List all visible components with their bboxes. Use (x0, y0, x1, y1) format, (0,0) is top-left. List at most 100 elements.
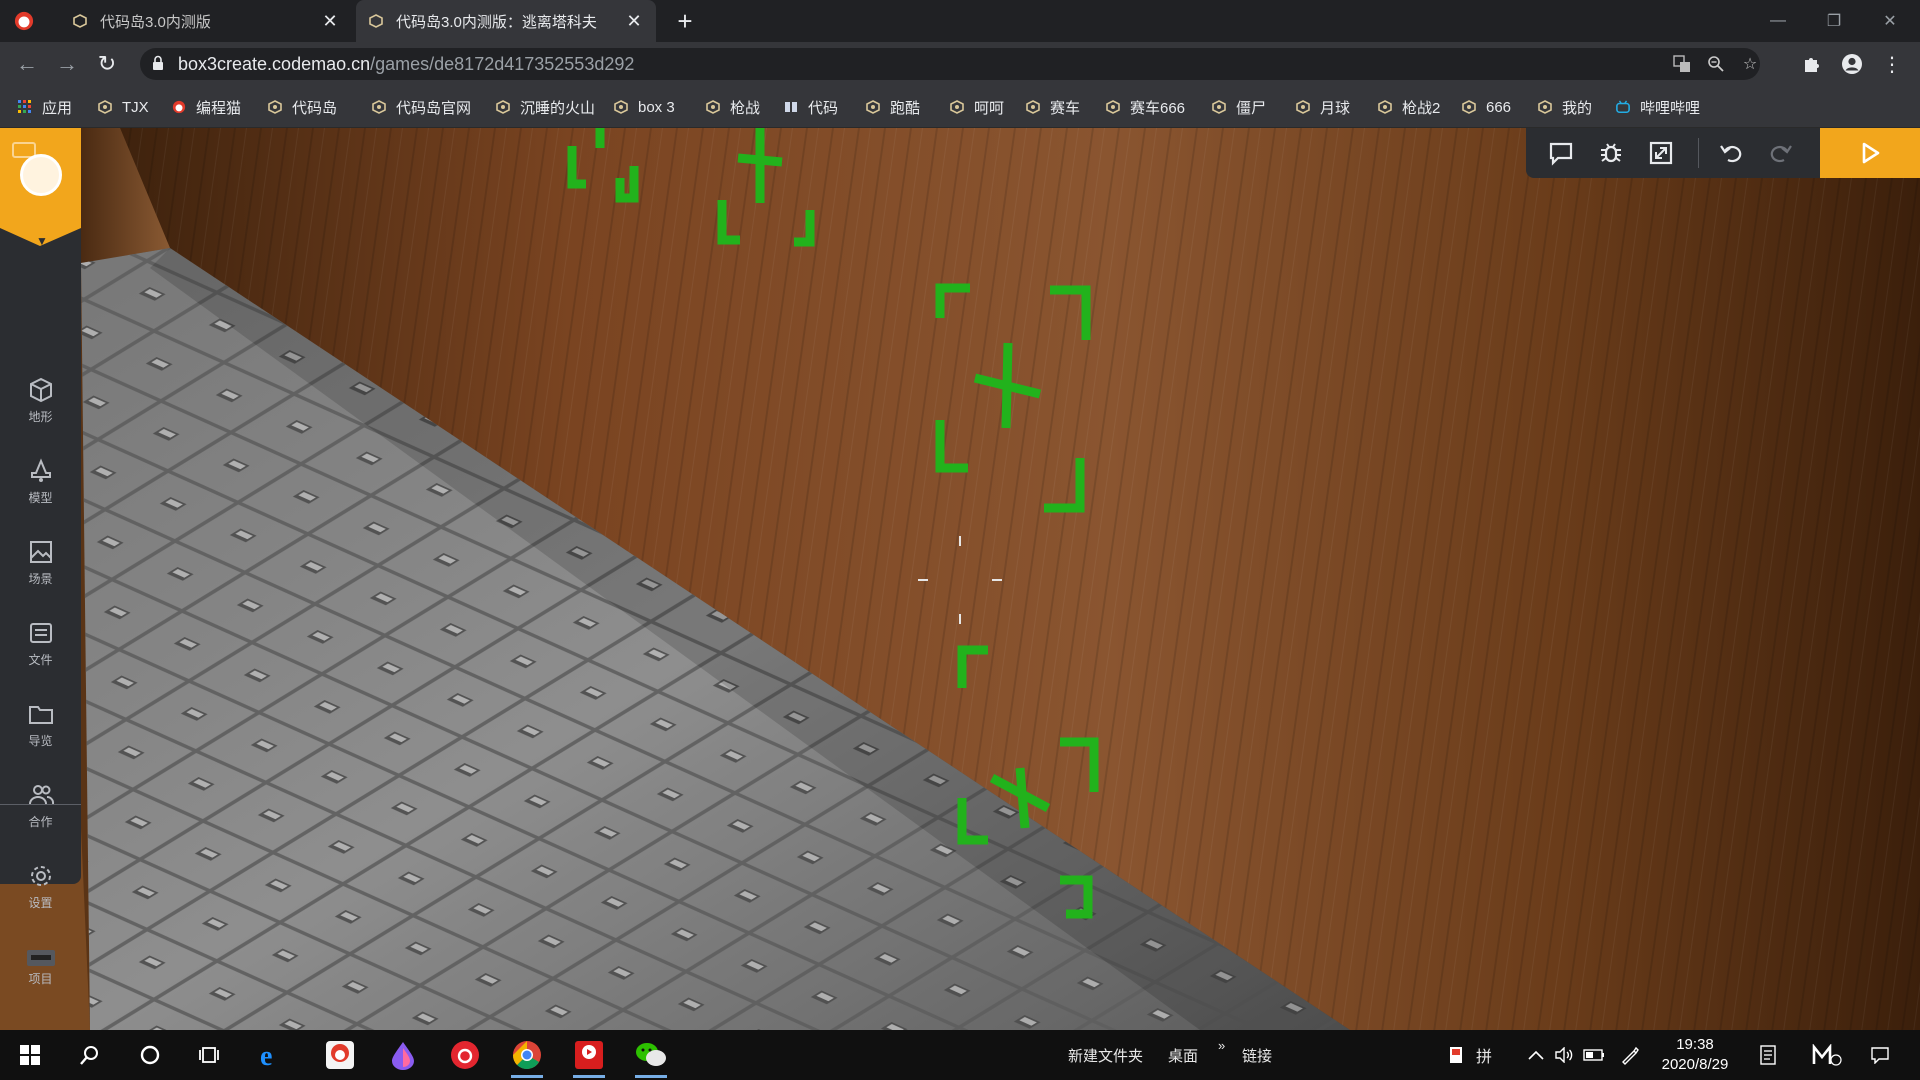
box3-icon (1212, 100, 1226, 114)
tab-2-active[interactable]: 代码岛3.0内测版：逃离塔科夫 ✕ (356, 0, 656, 42)
toolbar-chevron-icon[interactable]: » (1218, 1038, 1225, 1053)
bookmark-item[interactable]: 哔哩哔哩 (1616, 96, 1700, 118)
box3-logo[interactable] (0, 128, 81, 228)
bookmark-star-icon[interactable]: ☆ (1738, 52, 1762, 76)
address-bar[interactable]: box3create.codemao.cn/games/de8172d41735… (140, 48, 1760, 80)
bookmark-label: 赛车 (1050, 99, 1081, 117)
bilibili-icon (1616, 100, 1630, 114)
bookmark-label: TJX (122, 98, 149, 116)
bookmark-item[interactable]: 赛车 (1026, 96, 1080, 118)
menu-dots-icon[interactable]: ⋮ (1878, 50, 1906, 78)
bell-icon (30, 457, 51, 482)
url-text: box3create.codemao.cn/games/de8172d41735… (178, 54, 634, 75)
close-window-icon[interactable]: ✕ (1862, 0, 1918, 42)
pen-icon[interactable] (1618, 1043, 1642, 1067)
minimize-icon[interactable]: — (1750, 0, 1806, 42)
bookmark-item[interactable]: TJX (98, 96, 149, 118)
translate-icon[interactable] (1670, 52, 1694, 76)
play-button[interactable] (1820, 128, 1920, 178)
chrome-icon[interactable] (507, 1038, 547, 1078)
new-tab-plus-icon[interactable]: + (670, 6, 700, 36)
forward-arrow-icon[interactable]: → (52, 49, 82, 79)
bookmark-item[interactable]: 代码岛 (268, 96, 337, 118)
bookmark-item[interactable]: box 3 (614, 96, 675, 118)
battery-icon[interactable] (1582, 1043, 1606, 1067)
chevron-down-icon[interactable]: ▼ (36, 234, 48, 248)
bookmark-item[interactable]: 赛车666 (1106, 96, 1185, 118)
game-viewport[interactable] (0, 128, 1920, 1030)
profile-avatar-icon[interactable] (1838, 50, 1866, 78)
sidebar-item-model[interactable]: 模型 (0, 445, 81, 517)
sidebar-item-collab[interactable]: 合作 (0, 769, 81, 841)
bookmark-item[interactable]: 枪战2 (1378, 96, 1440, 118)
netease-music-icon[interactable] (445, 1038, 485, 1072)
box3-icon (1106, 100, 1120, 114)
sidebar-item-project[interactable]: 项目 (0, 933, 81, 1003)
task-view-icon[interactable] (190, 1038, 230, 1072)
fullscreen-icon[interactable] (1646, 138, 1676, 168)
bookmarks-bar: 应用 TJX 编程猫 代码岛 代码岛官网 沉睡的火山 box 3 枪战 代码 跑酷 呵呵 赛车 赛车66… (0, 86, 1920, 128)
reload-icon[interactable]: ↻ (92, 49, 122, 79)
bookmark-item[interactable]: 呵呵 (950, 96, 1004, 118)
chat-icon[interactable] (1546, 138, 1576, 168)
toolbar-separator (1698, 138, 1699, 168)
system-clock[interactable]: 19:38 2020/8/29 (1650, 1035, 1740, 1075)
project-thumbnail-icon (26, 949, 55, 966)
sidebar-divider (0, 804, 81, 805)
sidebar-item-label: 场景 (28, 571, 53, 586)
bookmark-item[interactable]: 跑酷 (866, 96, 920, 118)
url-path: /games/de8172d417352553d292 (370, 54, 635, 74)
codemao-icon[interactable] (320, 1038, 360, 1072)
bookmark-item[interactable]: 代码 (784, 96, 838, 118)
redo-icon[interactable] (1766, 138, 1796, 168)
tab-1[interactable]: 代码岛3.0内测版 ✕ (60, 0, 352, 42)
windows-taskbar: e 新建文件夹 桌面 » 链接 拼 19:38 2020/8/29 (0, 1030, 1920, 1080)
close-icon[interactable]: ✕ (320, 11, 340, 31)
bookmark-label: 跑酷 (890, 99, 921, 117)
sidebar-item-scene[interactable]: 场景 (0, 526, 81, 598)
bookmark-item[interactable]: 666 (1462, 96, 1511, 118)
video-app-icon[interactable] (569, 1038, 609, 1078)
sidebar-item-settings[interactable]: 设置 (0, 850, 81, 922)
bookmark-item[interactable]: 我的 (1538, 96, 1592, 118)
toolbar-links[interactable]: 链接 (1242, 1045, 1272, 1066)
bug-icon[interactable] (1596, 138, 1626, 168)
bookmark-label: box 3 (638, 98, 675, 116)
bookmark-item[interactable]: 代码岛官网 (372, 96, 471, 118)
bookmark-label: 666 (1486, 98, 1512, 116)
wechat-icon[interactable] (631, 1038, 671, 1078)
bookmark-item[interactable]: 编程猫 (172, 96, 241, 118)
ie-icon[interactable]: e (252, 1038, 292, 1072)
toolbar-desktop[interactable]: 桌面 (1168, 1045, 1198, 1066)
bookmark-label: 应用 (42, 99, 73, 117)
sidebar-item-guide[interactable]: 导览 (0, 688, 81, 760)
notes-icon[interactable] (1756, 1043, 1780, 1067)
sidebar-item-label: 导览 (28, 733, 53, 748)
search-icon[interactable] (70, 1038, 110, 1072)
app-m-icon[interactable] (1812, 1043, 1842, 1067)
zoom-icon[interactable] (1704, 52, 1728, 76)
drop-icon[interactable] (383, 1038, 423, 1072)
volume-icon[interactable] (1552, 1043, 1576, 1067)
sidebar-item-files[interactable]: 文件 (0, 607, 81, 679)
book-icon (784, 100, 798, 114)
bookmark-item[interactable]: 沉睡的火山 (496, 96, 595, 118)
bookmark-item[interactable]: 枪战 (706, 96, 760, 118)
chevron-up-icon[interactable] (1524, 1043, 1548, 1067)
start-icon[interactable] (10, 1038, 50, 1072)
extensions-puzzle-icon[interactable] (1798, 50, 1826, 78)
close-icon[interactable]: ✕ (624, 11, 644, 31)
action-center-icon[interactable] (1868, 1043, 1892, 1067)
cortana-icon[interactable] (130, 1038, 170, 1072)
bookmark-item[interactable]: 僵尸 (1212, 96, 1266, 118)
bookmark-item[interactable]: 月球 (1296, 96, 1350, 118)
restore-icon[interactable]: ❐ (1806, 0, 1862, 42)
bookmark-item[interactable]: 应用 (18, 96, 72, 118)
ime-indicator[interactable]: 拼 (1472, 1043, 1496, 1067)
tray-app-icon[interactable] (1444, 1043, 1468, 1067)
toolbar-new-folder[interactable]: 新建文件夹 (1068, 1045, 1143, 1066)
back-arrow-icon[interactable]: ← (12, 49, 42, 79)
sidebar-item-terrain[interactable]: 地形 (0, 364, 81, 436)
box3-icon (98, 100, 112, 114)
undo-icon[interactable] (1716, 138, 1746, 168)
